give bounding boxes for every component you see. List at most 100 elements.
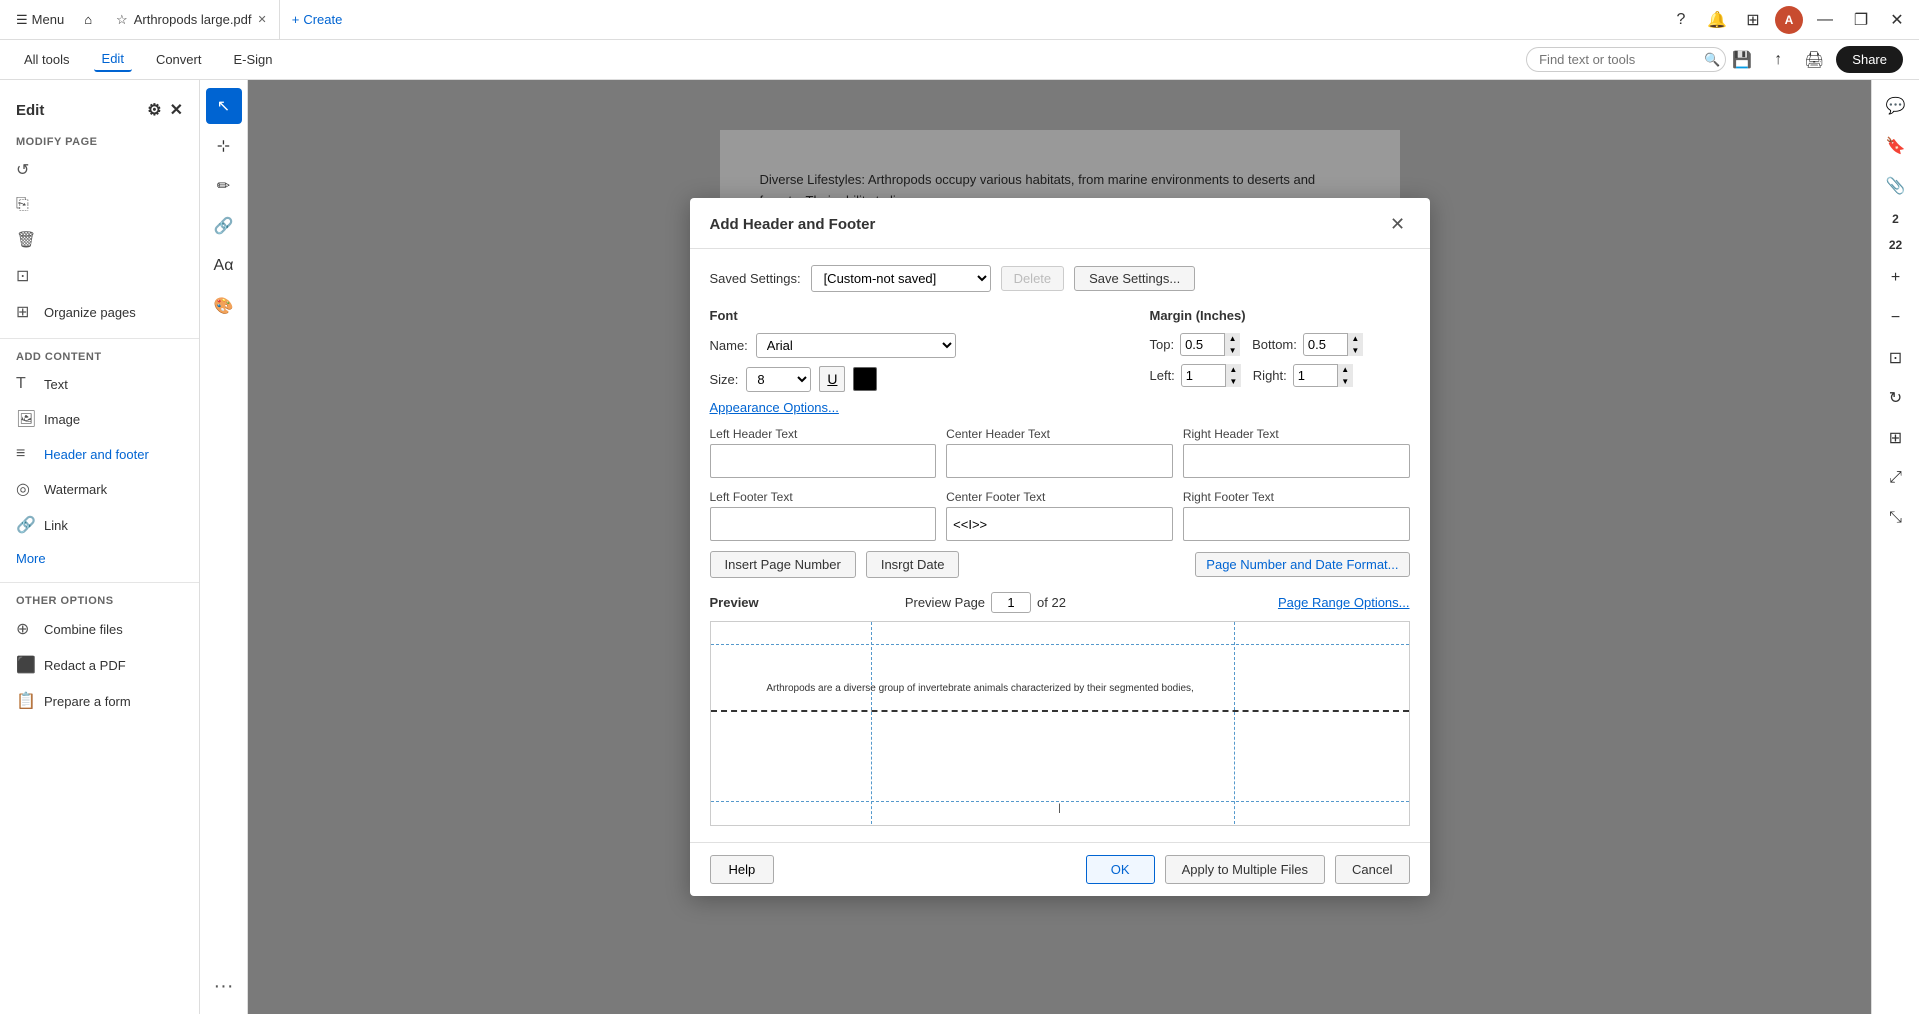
share-button[interactable]: Share [1836, 46, 1903, 73]
center-footer-input[interactable] [946, 507, 1173, 541]
tool-text-edit[interactable]: Aα [206, 248, 242, 284]
home-button[interactable]: ⌂ [76, 8, 100, 31]
margin-bottom-increment[interactable]: ▲ [1347, 333, 1363, 345]
underline-button[interactable]: U [819, 366, 845, 392]
right-header-input[interactable] [1183, 444, 1410, 478]
fit-page-button[interactable]: ⊡ [1878, 340, 1914, 376]
left-footer-input[interactable] [710, 507, 937, 541]
zoom-out-button[interactable]: − [1878, 300, 1914, 336]
sidebar-item-delete[interactable]: 🗑 [0, 222, 199, 258]
saved-settings-select[interactable]: [Custom-not saved] [811, 265, 991, 292]
margin-left-decrement[interactable]: ▼ [1225, 376, 1241, 388]
margin-left-increment[interactable]: ▲ [1225, 364, 1241, 376]
thumbnail-button[interactable]: ⊞ [1878, 420, 1914, 456]
sidebar-item-combine[interactable]: ⊕ Combine files [0, 611, 199, 647]
sidebar-item-watermark[interactable]: ◎ Watermark [0, 471, 199, 507]
upload-icon[interactable]: ↑ [1764, 46, 1792, 74]
sidebar-item-combine-label: Combine files [44, 622, 123, 637]
toolbar-all-tools[interactable]: All tools [16, 48, 78, 71]
menu-button[interactable]: ☰ Menu [8, 8, 72, 32]
save-cloud-icon[interactable]: 💾 [1728, 46, 1756, 74]
left-header-label: Left Header Text [710, 427, 937, 441]
margin-right-increment[interactable]: ▲ [1337, 364, 1353, 376]
pen-icon: ✏ [217, 176, 230, 196]
sidebar-item-copy[interactable]: ⎘ [0, 188, 199, 222]
restore-button[interactable]: ❐ [1847, 6, 1875, 34]
toolbar-esign[interactable]: E-Sign [225, 48, 280, 71]
margin-top-increment[interactable]: ▲ [1224, 333, 1240, 345]
font-color-picker[interactable] [853, 367, 877, 391]
tool-select-object[interactable]: ⊹ [206, 128, 242, 164]
comment-icon-button[interactable]: 💬 [1878, 88, 1914, 124]
sidebar-item-form[interactable]: 📋 Prepare a form [0, 683, 199, 719]
left-header-input[interactable] [710, 444, 937, 478]
appearance-options-link[interactable]: Appearance Options... [710, 400, 839, 415]
select-object-icon: ⊹ [217, 136, 230, 156]
help-icon-button[interactable]: ? [1667, 6, 1695, 34]
sidebar-item-image[interactable]: 🖼 Image [0, 401, 199, 437]
margin-bottom-spin: ▲ ▼ [1303, 333, 1363, 356]
cancel-button[interactable]: Cancel [1335, 855, 1409, 884]
search-input[interactable] [1526, 47, 1726, 72]
sidebar-item-redact[interactable]: ⬛ Redact a PDF [0, 647, 199, 683]
bookmark-icon-button[interactable]: 🔖 [1878, 128, 1914, 164]
minimize-button[interactable]: — [1811, 6, 1839, 34]
help-button[interactable]: Help [710, 855, 775, 884]
tab-close-button[interactable]: ✕ [258, 13, 267, 26]
print-icon[interactable]: 🖨 [1800, 46, 1828, 74]
margin-top-decrement[interactable]: ▼ [1224, 345, 1240, 357]
insert-page-number-button[interactable]: Insert Page Number [710, 551, 856, 578]
apply-multiple-button[interactable]: Apply to Multiple Files [1165, 855, 1325, 884]
tool-pen[interactable]: ✏ [206, 168, 242, 204]
notification-icon-button[interactable]: 🔔 [1703, 6, 1731, 34]
zoom-fit-button[interactable]: ⤢ [1878, 460, 1914, 496]
tool-color[interactable]: 🎨 [206, 288, 242, 324]
ok-button[interactable]: OK [1086, 855, 1155, 884]
more-dots-icon: ··· [214, 975, 234, 997]
sidebar-item-more[interactable]: More [0, 543, 199, 574]
active-tab[interactable]: ☆ Arthropods large.pdf ✕ [104, 0, 280, 39]
sidebar-item-organize[interactable]: ⊞ Organize pages [0, 294, 199, 330]
save-settings-button[interactable]: Save Settings... [1074, 266, 1195, 291]
saved-settings-label: Saved Settings: [710, 271, 801, 286]
margin-bottom-spin-buttons: ▲ ▼ [1347, 333, 1363, 356]
sidebar-item-undo[interactable]: ↺ [0, 152, 199, 188]
sidebar-item-crop[interactable]: ⊡ [0, 258, 199, 294]
font-size-row: Size: 8 U [710, 366, 1130, 392]
content-area: Diverse Lifestyles: Arthropods occupy va… [248, 80, 1871, 1014]
toolbar-convert[interactable]: Convert [148, 48, 210, 71]
tool-more-button[interactable]: ··· [206, 967, 242, 1006]
rotate-button[interactable]: ↻ [1878, 380, 1914, 416]
toolbar-edit[interactable]: Edit [94, 47, 132, 72]
close-sidebar-icon[interactable]: ✕ [170, 100, 183, 120]
sidebar-item-link[interactable]: 🔗 Link [0, 507, 199, 543]
font-section-label: Font [710, 308, 1130, 323]
insert-date-button[interactable]: Insrgt Date [866, 551, 960, 578]
attachment-icon-button[interactable]: 📎 [1878, 168, 1914, 204]
margin-bottom-decrement[interactable]: ▼ [1347, 345, 1363, 357]
right-footer-input[interactable] [1183, 507, 1410, 541]
margin-right-decrement[interactable]: ▼ [1337, 376, 1353, 388]
undo-icon: ↺ [16, 160, 34, 180]
delete-settings-button[interactable]: Delete [1001, 266, 1065, 291]
center-header-input[interactable] [946, 444, 1173, 478]
new-tab-button[interactable]: + Create [280, 8, 355, 31]
tab-bar: ☆ Arthropods large.pdf ✕ + Create [104, 0, 1663, 39]
zoom-in-button[interactable]: + [1878, 260, 1914, 296]
font-size-select[interactable]: 8 [746, 367, 811, 392]
page-number-date-format-link[interactable]: Page Number and Date Format... [1195, 552, 1409, 577]
sidebar-item-text[interactable]: T Text [0, 367, 199, 401]
gear-icon[interactable]: ⚙ [147, 100, 161, 120]
font-name-select[interactable]: Arial [756, 333, 956, 358]
avatar-button[interactable]: A [1775, 6, 1803, 34]
close-button[interactable]: ✕ [1883, 6, 1911, 34]
page-range-options-link[interactable]: Page Range Options... [1278, 595, 1410, 610]
modal-close-button[interactable]: ✕ [1386, 212, 1410, 236]
tool-link[interactable]: 🔗 [206, 208, 242, 244]
sidebar-item-header-footer[interactable]: ≡ Header and footer [0, 437, 199, 471]
zoom-fullscreen-button[interactable]: ⤡ [1878, 500, 1914, 536]
preview-bottom-section: | [711, 712, 1409, 824]
tool-select[interactable]: ↖ [206, 88, 242, 124]
preview-page-input[interactable] [991, 592, 1031, 613]
apps-icon-button[interactable]: ⊞ [1739, 6, 1767, 34]
